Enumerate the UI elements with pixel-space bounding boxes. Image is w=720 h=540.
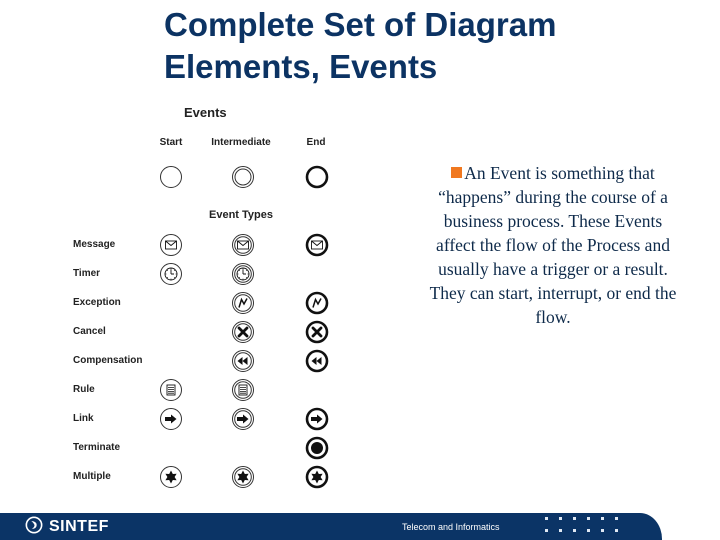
footer-dot bbox=[545, 529, 548, 532]
event-types-heading: Event Types bbox=[209, 209, 273, 221]
slide-title: Complete Set of Diagram Elements, Events bbox=[164, 4, 684, 88]
intermediate-message-event-envelope-icon bbox=[231, 233, 255, 257]
row-label-timer: Timer bbox=[73, 268, 101, 279]
intermediate-compensation-event-rewind-icon bbox=[231, 349, 255, 373]
start-timer-event-clock-icon bbox=[159, 262, 183, 286]
row-label-compensation: Compensation bbox=[73, 355, 143, 366]
row-label-link: Link bbox=[73, 413, 94, 424]
intermediate-exception-event-lightning-icon bbox=[231, 291, 255, 315]
events-diagram: Events Start Intermediate End Event Type… bbox=[0, 95, 420, 500]
footer-dot bbox=[545, 517, 548, 520]
footer-dot bbox=[587, 529, 590, 532]
footer-dot bbox=[587, 517, 590, 520]
footer-dot bbox=[601, 529, 604, 532]
sintef-logo-icon bbox=[25, 516, 43, 539]
intermediate-link-event-arrow-right-icon bbox=[231, 407, 255, 431]
intermediate-multiple-event-star-icon bbox=[231, 465, 255, 489]
footer-bar: SINTEF Telecom and Informatics bbox=[0, 513, 662, 540]
end-exception-event-lightning-icon bbox=[305, 291, 329, 315]
footer-dot bbox=[601, 517, 604, 520]
row-label-exception: Exception bbox=[73, 297, 121, 308]
end-terminate-event-filled-circle-icon bbox=[305, 436, 329, 460]
column-label-intermediate: Intermediate bbox=[211, 137, 271, 148]
decorative-dots bbox=[545, 517, 625, 537]
footer-dot bbox=[559, 529, 562, 532]
row-label-terminate: Terminate bbox=[73, 442, 121, 453]
title-line-2: Elements, Events bbox=[164, 48, 438, 85]
row-label-message: Message bbox=[73, 239, 116, 250]
intermediate-cancel-event-x-icon bbox=[231, 320, 255, 344]
logo-text: SINTEF bbox=[49, 518, 109, 535]
description-text: An Event is something that “happens” dur… bbox=[423, 161, 683, 329]
row-label-cancel: Cancel bbox=[73, 326, 106, 337]
footer-dot bbox=[559, 517, 562, 520]
intermediate-rule-event-document-icon bbox=[231, 378, 255, 402]
end-event-icon bbox=[305, 165, 329, 189]
description-body: An Event is something that “happens” dur… bbox=[429, 163, 677, 327]
start-multiple-event-star-icon bbox=[159, 465, 183, 489]
end-cancel-event-x-icon bbox=[305, 320, 329, 344]
end-multiple-event-star-icon bbox=[305, 465, 329, 489]
row-label-multiple: Multiple bbox=[73, 471, 111, 482]
start-event-icon bbox=[159, 165, 183, 189]
intermediate-event-icon bbox=[231, 165, 255, 189]
end-compensation-event-rewind-icon bbox=[305, 349, 329, 373]
start-message-event-envelope-icon bbox=[159, 233, 183, 257]
column-label-start: Start bbox=[159, 137, 183, 148]
start-link-event-arrow-right-icon bbox=[159, 407, 183, 431]
department-label: Telecom and Informatics bbox=[402, 522, 500, 532]
events-heading: Events bbox=[184, 105, 227, 120]
intermediate-timer-event-clock-icon bbox=[231, 262, 255, 286]
footer-dot bbox=[573, 529, 576, 532]
bullet-icon bbox=[451, 167, 463, 178]
row-label-rule: Rule bbox=[73, 384, 95, 395]
sintef-logo: SINTEF bbox=[25, 516, 109, 539]
start-rule-event-document-icon bbox=[159, 378, 183, 402]
footer-dot bbox=[615, 517, 618, 520]
footer-dot bbox=[615, 529, 618, 532]
end-link-event-arrow-right-icon bbox=[305, 407, 329, 431]
title-line-1: Complete Set of Diagram bbox=[164, 6, 557, 43]
footer-dot bbox=[573, 517, 576, 520]
column-label-end: End bbox=[306, 137, 326, 148]
end-message-event-envelope-icon bbox=[305, 233, 329, 257]
